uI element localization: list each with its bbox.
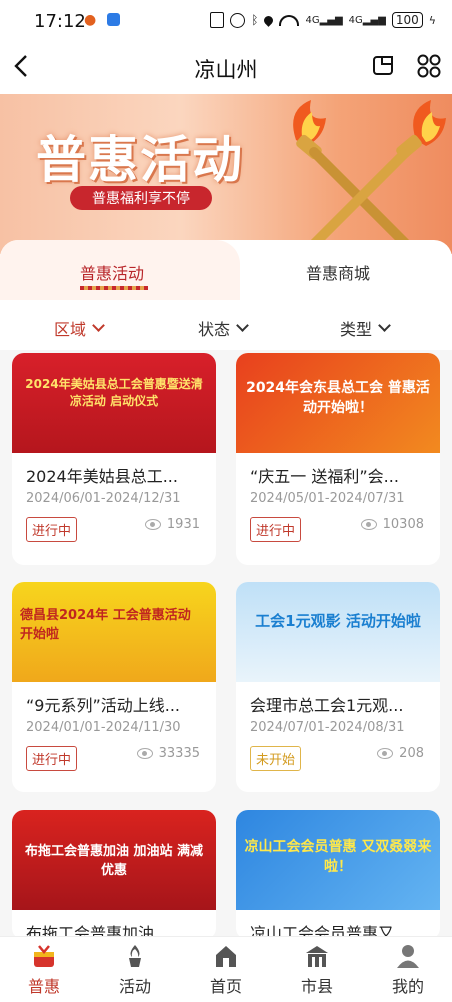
card-thumbnail-text: 凉山工会会员普惠 又双叒叕来啦！	[244, 839, 432, 875]
view-count-value: 33335	[158, 746, 200, 761]
status-badge: 进行中	[26, 517, 78, 542]
status-bar: 17:12 ● ᛒ 4G▂▄▆ 4G▂▄▆ 100 ϟ	[0, 0, 452, 44]
promo-banner: 普惠活动 普惠福利享不停	[0, 94, 452, 254]
card-date: 2024/07/01-2024/08/31	[250, 720, 405, 735]
status-badge: 未开始	[250, 746, 302, 771]
bottom-navigation: 普惠 活动 首页 市县 我的	[0, 936, 452, 1002]
view-count-value: 10308	[382, 517, 424, 532]
navigation-bar: 凉山州	[0, 44, 452, 94]
eye-icon	[360, 519, 377, 530]
filter-type-label: 类型	[340, 320, 373, 339]
view-count-value: 1931	[166, 517, 200, 532]
status-right: ᛒ 4G▂▄▆ 4G▂▄▆ 100 ϟ	[210, 12, 436, 28]
battery-indicator: 100	[391, 12, 423, 28]
nav-item-label: 我的	[391, 977, 424, 996]
activity-card[interactable]: 2024年美姑县总工会普惠暨送清凉活动 启动仪式 2024年美姑县总工... 2…	[12, 353, 216, 565]
filter-status-label: 状态	[198, 320, 231, 339]
nav-item-label: 首页	[209, 977, 242, 996]
activity-card[interactable]: 布拖工会普惠加油 加油站 满减优惠 布拖工会普惠加油	[12, 810, 216, 940]
activity-card[interactable]: 工会1元观影 活动开始啦 会理市总工会1元观... 2024/07/01-202…	[236, 582, 440, 792]
card-title: “9元系列”活动上线...	[26, 696, 181, 715]
eye-icon	[144, 519, 161, 530]
card-thumbnail: 凉山工会会员普惠 又双叒叕来啦！	[236, 810, 440, 910]
filter-region[interactable]: 区域	[54, 316, 105, 340]
location-icon	[262, 13, 276, 27]
filter-type[interactable]: 类型	[340, 316, 391, 340]
nav-item-home[interactable]: 首页	[196, 943, 256, 997]
nav-item-cities[interactable]: 市县	[287, 943, 347, 997]
charging-icon: ϟ	[428, 13, 436, 27]
nav-item-activities[interactable]: 活动	[105, 943, 165, 997]
share-icon[interactable]	[372, 54, 394, 76]
torch-illustration	[293, 100, 446, 254]
status-badge: 进行中	[250, 517, 302, 542]
nav-item-puhui[interactable]: 普惠	[14, 943, 74, 997]
chevron-down-icon	[92, 319, 105, 332]
activity-card[interactable]: 德昌县2024年 工会普惠活动 开始啦 “9元系列”活动上线... 2024/0…	[12, 582, 216, 792]
card-thumbnail-text: 工会1元观影 活动开始啦	[255, 612, 421, 630]
view-count: 33335	[136, 746, 200, 761]
signal-icon-2: 4G▂▄▆	[348, 14, 386, 26]
nav-item-label: 普惠	[27, 977, 60, 996]
banner-subtitle: 普惠福利享不停	[70, 186, 212, 210]
weibo-icon: ●	[84, 12, 97, 28]
user-icon	[395, 943, 421, 969]
card-thumbnail: 2024年美姑县总工会普惠暨送清凉活动 启动仪式	[12, 353, 216, 453]
building-icon	[304, 943, 330, 969]
tab-active-indicator	[80, 286, 148, 290]
view-count: 10308	[360, 517, 424, 532]
card-date: 2024/05/01-2024/07/31	[250, 491, 405, 506]
card-date: 2024/01/01-2024/11/30	[26, 720, 181, 735]
tab-mall[interactable]: 普惠商城	[306, 260, 370, 284]
eye-icon	[377, 748, 394, 759]
wifi-icon	[279, 14, 300, 26]
status-badge: 进行中	[26, 746, 78, 771]
view-count: 208	[377, 746, 424, 761]
card-thumbnail: 工会1元观影 活动开始啦	[236, 582, 440, 682]
card-thumbnail-text: 德昌县2024年 工会普惠活动 开始啦	[20, 608, 191, 642]
view-count-value: 208	[399, 746, 424, 761]
card-date: 2024/06/01-2024/12/31	[26, 491, 181, 506]
card-thumbnail-text: 2024年会东县总工会 普惠活动开始啦！	[246, 380, 430, 416]
tab-activities[interactable]: 普惠活动	[80, 260, 144, 284]
app-icon	[106, 13, 120, 26]
card-title: 会理市总工会1元观...	[250, 696, 404, 715]
bluetooth-icon: ᛒ	[251, 13, 259, 27]
gift-icon	[31, 943, 57, 969]
card-thumbnail: 德昌县2024年 工会普惠活动 开始啦	[12, 582, 216, 682]
filter-status[interactable]: 状态	[198, 316, 249, 340]
nav-item-label: 市县	[300, 977, 333, 996]
nav-item-mine[interactable]: 我的	[378, 943, 438, 997]
nav-item-label: 活动	[118, 977, 151, 996]
eye-icon	[136, 748, 153, 759]
card-thumbnail: 2024年会东县总工会 普惠活动开始啦！	[236, 353, 440, 453]
home-icon	[213, 943, 239, 969]
alarm-icon	[230, 12, 246, 28]
notification-icons: ●	[84, 12, 120, 28]
view-count: 1931	[144, 517, 200, 532]
nfc-icon	[210, 12, 225, 28]
card-thumbnail-text: 布拖工会普惠加油 加油站 满减优惠	[24, 844, 204, 878]
filter-bar: 区域 状态 类型	[0, 300, 452, 350]
activity-card[interactable]: 2024年会东县总工会 普惠活动开始啦！ “庆五一 送福利”会... 2024/…	[236, 353, 440, 565]
card-thumbnail-text: 2024年美姑县总工会普惠暨送清凉活动 启动仪式	[25, 377, 203, 408]
status-time: 17:12	[34, 11, 86, 32]
card-title: 2024年美姑县总工...	[26, 467, 178, 486]
card-title: “庆五一 送福利”会...	[250, 467, 399, 486]
card-thumbnail: 布拖工会普惠加油 加油站 满减优惠	[12, 810, 216, 910]
chevron-down-icon	[236, 319, 249, 332]
more-apps-icon[interactable]	[417, 54, 441, 78]
activity-card[interactable]: 凉山工会会员普惠 又双叒叕来啦！ 凉山工会会员普惠又...	[236, 810, 440, 940]
tab-bar: 普惠活动 普惠商城	[0, 240, 452, 300]
chevron-down-icon	[378, 319, 391, 332]
filter-region-label: 区域	[54, 320, 87, 339]
torch-icon	[122, 943, 148, 969]
banner-title: 普惠活动	[36, 131, 244, 189]
signal-icon-1: 4G▂▄▆	[305, 14, 343, 26]
